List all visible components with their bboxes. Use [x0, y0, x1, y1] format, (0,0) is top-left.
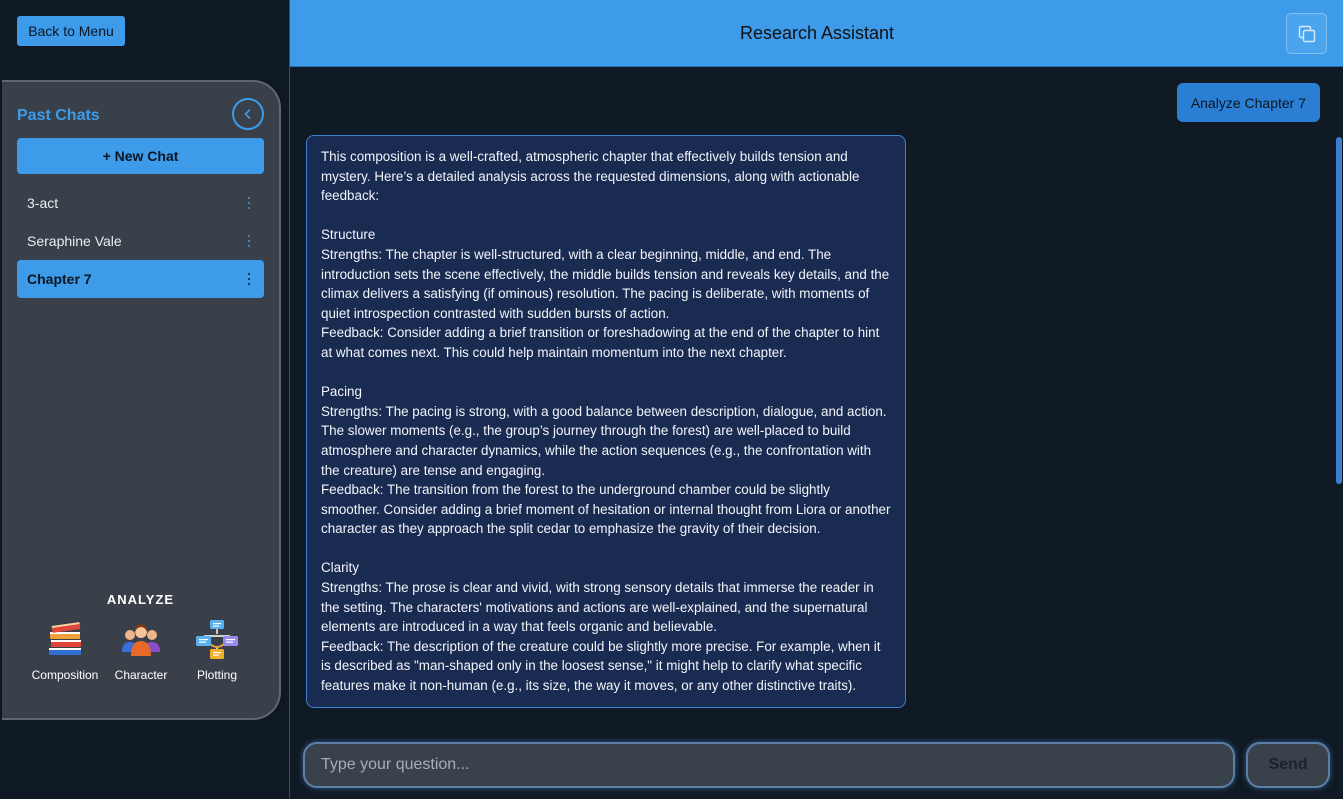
- assistant-paragraph: Feedback: The transition from the forest…: [321, 482, 891, 537]
- flowchart-icon: [196, 620, 238, 659]
- assistant-paragraph: Pacing: [321, 384, 362, 400]
- assistant-paragraph: Strengths: The chapter is well-structure…: [321, 246, 890, 321]
- chat-item-label: Seraphine Vale: [27, 233, 122, 249]
- collapse-sidebar-button[interactable]: [232, 98, 264, 130]
- assistant-message: This composition is a well-crafted, atmo…: [306, 135, 906, 708]
- past-chats-title: Past Chats: [17, 107, 100, 124]
- chevron-left-icon: [244, 109, 251, 119]
- page-title: Research Assistant: [739, 22, 895, 43]
- assistant-paragraph: Strengths: The pacing is strong, with a …: [321, 403, 887, 478]
- chat-item-chapter-7[interactable]: Chapter 7: [17, 260, 264, 298]
- chat-item-label: 3-act: [27, 195, 59, 211]
- composition-tool[interactable]: Composition: [24, 618, 106, 682]
- chat-area[interactable]: Analyze Chapter 7 This composition is a …: [290, 67, 1343, 731]
- chat-item-3-act[interactable]: 3-act: [17, 184, 264, 222]
- character-tool[interactable]: Character: [106, 618, 176, 682]
- analyze-title: ANALYZE: [106, 592, 175, 607]
- plotting-label: Plotting: [196, 668, 238, 682]
- question-input[interactable]: Type your question...: [303, 742, 1235, 788]
- back-to-menu-button[interactable]: Back to Menu: [17, 16, 125, 46]
- header: Research Assistant: [290, 0, 1343, 67]
- books-icon: [49, 622, 81, 655]
- app-root: Back to Menu Past Chats + New Chat 3-act…: [0, 0, 1343, 799]
- composition-label: Composition: [31, 668, 99, 682]
- chat-list: 3-act Seraphine Vale Chapter 7: [17, 184, 264, 298]
- assistant-paragraph: Strengths: The prose is clear and vivid,…: [321, 580, 874, 635]
- analyze-tools: Composition Character Plotting: [24, 618, 258, 682]
- assistant-paragraph: Feedback: Consider adding a brief transi…: [321, 325, 880, 360]
- chat-item-label: Chapter 7: [27, 271, 92, 287]
- sidebar: Past Chats + New Chat 3-act Seraphine Va…: [2, 80, 281, 720]
- copy-icon: [1298, 25, 1315, 42]
- send-button[interactable]: Send: [1246, 742, 1330, 788]
- chat-item-seraphine-vale[interactable]: Seraphine Vale: [17, 222, 264, 260]
- main-panel: Research Assistant Analyze Chapter 7 Thi…: [289, 0, 1343, 799]
- kebab-menu-icon[interactable]: [246, 233, 252, 249]
- assistant-paragraph: Clarity: [321, 560, 359, 576]
- character-label: Character: [114, 668, 168, 682]
- copy-button[interactable]: [1286, 13, 1327, 54]
- scrollbar-thumb[interactable]: [1336, 137, 1342, 484]
- kebab-menu-icon[interactable]: [246, 271, 252, 287]
- left-panel: Back to Menu Past Chats + New Chat 3-act…: [0, 0, 289, 799]
- kebab-menu-icon[interactable]: [246, 195, 252, 211]
- assistant-paragraph: This composition is a well-crafted, atmo…: [321, 149, 860, 204]
- user-message: Analyze Chapter 7: [1176, 83, 1320, 122]
- people-icon: [122, 624, 160, 656]
- assistant-paragraph: Feedback: The description of the creatur…: [321, 638, 881, 694]
- new-chat-button[interactable]: + New Chat: [17, 138, 264, 174]
- assistant-paragraph: Structure: [321, 227, 376, 243]
- plotting-tool[interactable]: Plotting: [176, 618, 258, 682]
